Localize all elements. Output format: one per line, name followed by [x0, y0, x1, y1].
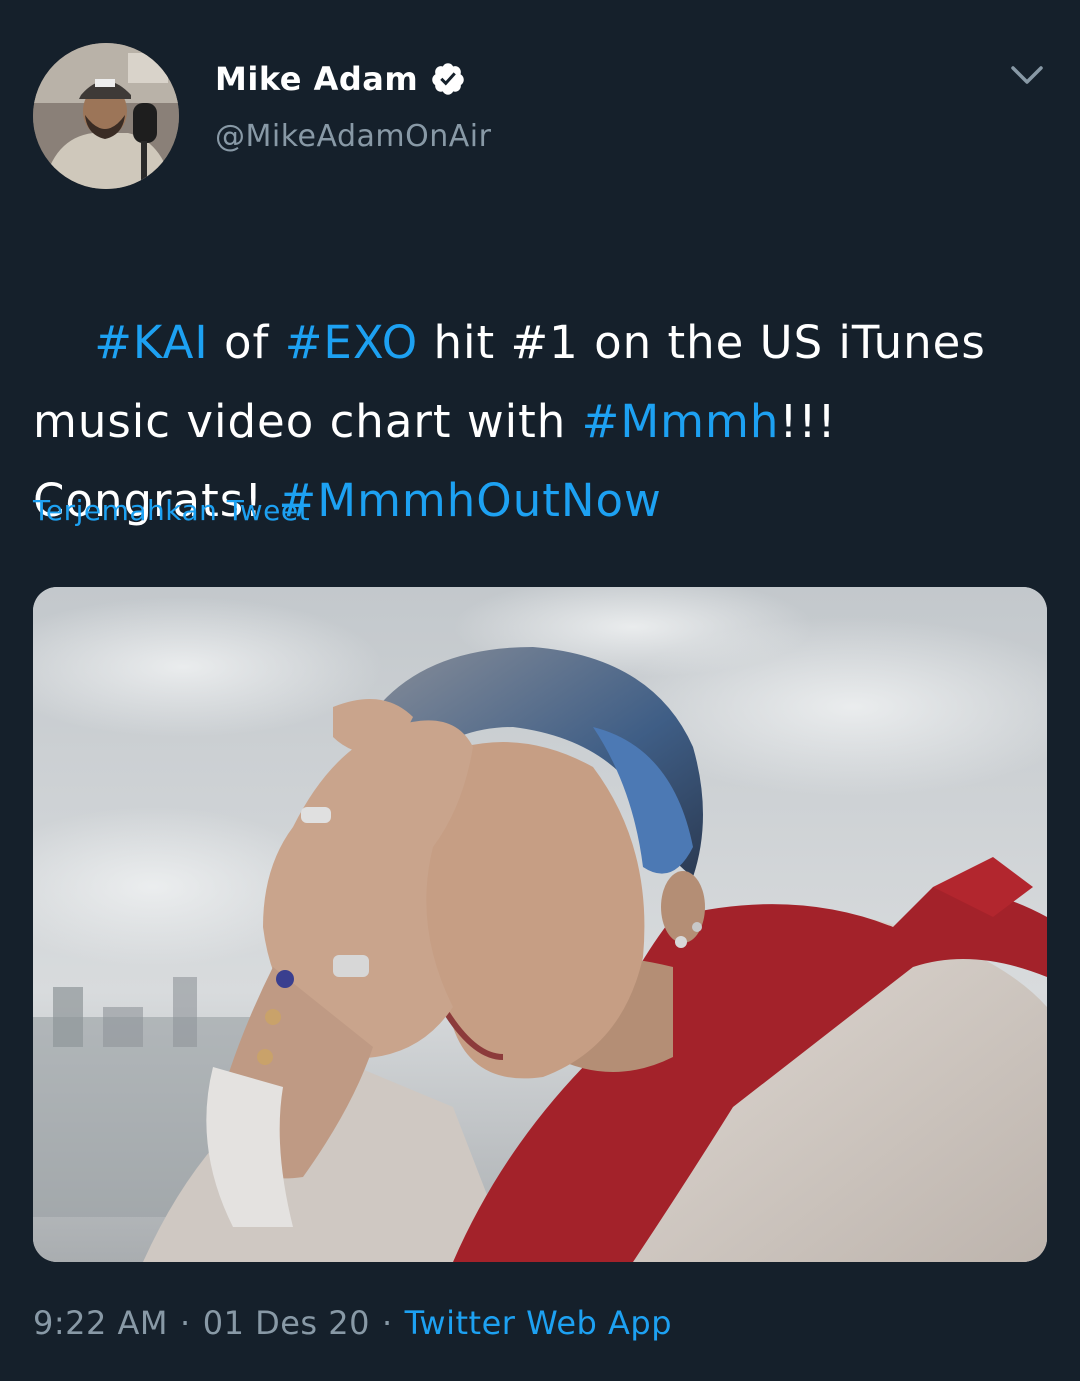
tweet-metadata: 9:22 AM · 01 Des 20 · Twitter Web App: [33, 1304, 672, 1342]
translate-tweet-link[interactable]: Terjemahkan Tweet: [33, 494, 310, 527]
author-block: Mike Adam @MikeAdamOnAir: [215, 55, 491, 154]
chevron-down-icon[interactable]: [1007, 58, 1047, 94]
display-name-row: Mike Adam: [215, 55, 491, 103]
verified-badge-icon: [430, 61, 466, 97]
tweet-text-segment: of: [208, 316, 285, 369]
tweet-media-image[interactable]: [33, 587, 1047, 1262]
hashtag-mmmhoutnow[interactable]: #MmmhOutNow: [279, 474, 662, 527]
user-handle[interactable]: @MikeAdamOnAir: [215, 119, 491, 154]
meta-separator: ·: [180, 1304, 191, 1342]
hashtag-kai[interactable]: #KAI: [94, 316, 208, 369]
hashtag-exo[interactable]: #EXO: [285, 316, 419, 369]
tweet-text: #KAI of #EXO hit #1 on the US iTunes mus…: [33, 224, 1053, 619]
meta-separator: ·: [381, 1304, 393, 1342]
avatar[interactable]: [33, 43, 179, 189]
tweet-time[interactable]: 9:22 AM: [33, 1304, 168, 1342]
avatar-image: [33, 43, 179, 189]
hashtag-mmmh[interactable]: #Mmmh: [582, 395, 780, 448]
display-name[interactable]: Mike Adam: [215, 60, 418, 98]
tweet-card: Mike Adam @MikeAdamOnAir #KAI of #EXO hi…: [0, 0, 1080, 1381]
tweet-date[interactable]: 01 Des 20: [203, 1304, 370, 1342]
tweet-source-link[interactable]: Twitter Web App: [405, 1304, 672, 1342]
